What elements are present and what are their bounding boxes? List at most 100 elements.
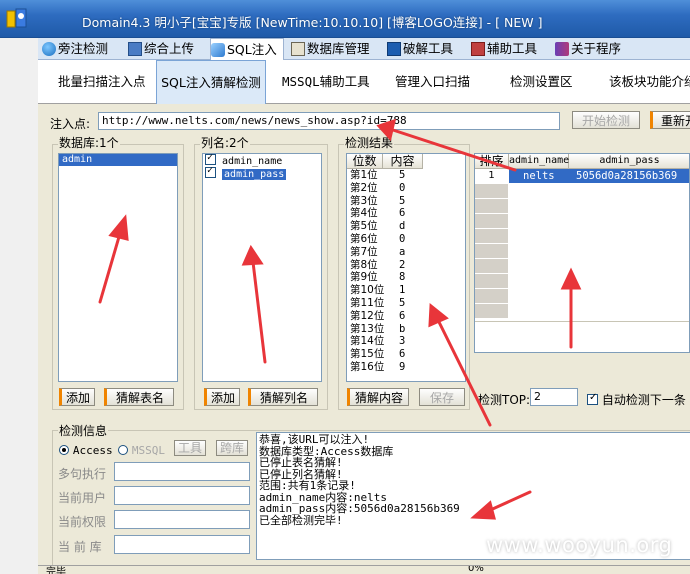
mssql-radio[interactable]: MSSQL — [118, 443, 165, 457]
save-button[interactable]: 保存 — [419, 388, 465, 406]
bit-content-cell: 6 — [399, 348, 406, 361]
empty-row-header — [475, 244, 509, 259]
radio-icon[interactable] — [118, 445, 128, 455]
progress-text: 0% — [468, 565, 484, 574]
tab-helper-tools[interactable]: 辅助工具 — [471, 38, 537, 60]
database-item[interactable]: admin — [59, 154, 177, 166]
column-header[interactable]: 排序 — [475, 154, 509, 169]
column-header[interactable]: admin_name — [509, 154, 569, 169]
subtab-feature-intro[interactable]: 该板块功能介绍 — [609, 60, 690, 104]
bit-content-cell: a — [399, 245, 406, 258]
admin-name-cell: nelts — [523, 170, 555, 182]
app-icon — [6, 8, 27, 28]
empty-row-header — [475, 229, 509, 244]
bit-content-cell: 6 — [399, 207, 406, 220]
checkbox[interactable] — [205, 154, 216, 165]
column-header[interactable]: 位数 — [347, 154, 383, 169]
status-text: 完毕 — [46, 567, 66, 574]
auto-detect-checkbox[interactable]: 自动检测下一条 — [587, 391, 686, 408]
log-line: 已停止表名猜解! — [259, 456, 343, 469]
bit-content-cell: d — [399, 220, 406, 233]
empty-row-header — [475, 289, 509, 304]
bit-position-cell: 第4位 — [350, 207, 378, 220]
empty-row-header — [475, 199, 509, 214]
log-line: admin_pass内容:5056d0a28156b369 — [259, 502, 460, 515]
subtab-mssql-tools[interactable]: MSSQL辅助工具 — [282, 60, 370, 104]
column-item[interactable]: admin_name — [203, 154, 321, 167]
book-icon — [555, 42, 569, 56]
tab-database-manage[interactable]: 数据库管理 — [291, 38, 370, 60]
reset-button[interactable]: 重新开始 — [650, 111, 690, 129]
current-db-field[interactable] — [114, 535, 250, 554]
guess-content-button[interactable]: 猜解内容 — [347, 388, 409, 406]
bit-position-cell: 第12位 — [350, 309, 385, 322]
current-permission-field[interactable] — [114, 510, 250, 529]
main-menu-tabs: 旁注检测 综合上传 SQL注入 数据库管理 破解工具 辅助工具 关于程序 — [38, 38, 690, 60]
field-label: 当前用户 — [58, 491, 107, 505]
bit-content-cell: 0 — [399, 181, 406, 194]
radio-icon[interactable] — [59, 445, 69, 455]
current-user-field[interactable] — [114, 486, 250, 505]
column-header[interactable]: admin_pass — [569, 154, 689, 169]
column-item[interactable]: admin_pass — [203, 165, 321, 180]
tab-sidenote[interactable]: 旁注检测 — [42, 38, 108, 60]
tab-crack-tools[interactable]: 破解工具 — [387, 38, 453, 60]
bit-content-cell: 1 — [399, 284, 406, 297]
bit-content-cell: 5 — [399, 297, 406, 309]
bit-content-cell: 0 — [399, 233, 406, 245]
empty-row-header — [475, 259, 509, 274]
bit-content-cell: 3 — [399, 335, 406, 348]
tab-sql-injection[interactable]: SQL注入 — [210, 38, 284, 60]
bit-position-cell: 第3位 — [350, 194, 378, 207]
field-label: 当前权限 — [58, 515, 107, 529]
subtab-detect-settings[interactable]: 检测设置区 — [510, 60, 573, 104]
detect-result-table[interactable]: 位数 内容 第1位 5 第2位 0 第3位 5 第4位 6 第5位 d 第6位 0 第7位 a 第8位 2 第9… — [346, 153, 466, 382]
add-column-button[interactable]: 添加 — [204, 388, 240, 406]
bit-content-cell: 5 — [399, 194, 406, 207]
database-icon — [291, 42, 305, 56]
cross-db-button[interactable]: 跨库 — [216, 440, 248, 456]
tool-button[interactable]: 工具 — [174, 440, 206, 456]
database-list[interactable]: admin — [58, 153, 178, 382]
guess-table-button[interactable]: 猜解表名 — [104, 388, 174, 406]
bit-position-cell: 第16位 — [350, 361, 385, 373]
tab-about[interactable]: 关于程序 — [555, 38, 621, 60]
subtab-sql-guess[interactable]: SQL注入猜解检测 — [156, 60, 266, 104]
table-divider — [475, 321, 689, 322]
table-row[interactable]: nelts 5056d0a28156b369 — [509, 169, 689, 183]
result-table[interactable]: 排序 admin_name admin_pass 1 nelts 5056d0a… — [474, 153, 690, 353]
subtab-admin-scan[interactable]: 管理入口扫描 — [395, 60, 470, 104]
guess-column-button[interactable]: 猜解列名 — [248, 388, 318, 406]
checkbox[interactable] — [205, 165, 216, 178]
empty-row-header — [475, 304, 509, 319]
log-lines: 恭喜,该URL可以注入! 数据库类型:Access数据库 已停止表名猜解! 已停止列名… — [259, 434, 689, 526]
injection-url-input[interactable]: http://www.nelts.com/news/news_show.asp?… — [98, 112, 560, 130]
access-radio[interactable]: Access — [59, 443, 113, 457]
tool-icon — [471, 42, 485, 56]
bit-content-cell: 9 — [399, 361, 406, 373]
add-table-button[interactable]: 添加 — [59, 388, 95, 406]
start-detect-button[interactable]: 开始检测 — [572, 111, 640, 129]
bit-content-cell: 6 — [399, 309, 406, 322]
bit-position-cell: 第5位 — [350, 220, 378, 233]
bit-content-cell: 2 — [399, 258, 406, 271]
multi-exec-field[interactable] — [114, 462, 250, 481]
status-bar: 完毕 0% — [38, 565, 690, 574]
empty-row-header — [475, 184, 509, 199]
column-header[interactable]: 内容 — [383, 154, 423, 169]
detect-top-input[interactable]: 2 — [530, 388, 578, 406]
bit-position-cell: 第9位 — [350, 271, 378, 284]
detect-top-label: 检测TOP: — [478, 393, 531, 407]
bit-position-cell: 第1位 — [350, 169, 378, 181]
bit-content-cell: 8 — [399, 271, 406, 284]
sub-tab-bar: 批量扫描注入点 SQL注入猜解检测 MSSQL辅助工具 管理入口扫描 检测设置区… — [38, 60, 690, 104]
bit-position-cell: 第13位 — [350, 322, 385, 335]
database-count-label: 数据库:1个 — [58, 134, 120, 151]
tab-upload[interactable]: 综合上传 — [128, 38, 194, 60]
column-list[interactable]: admin_name admin_pass — [202, 153, 322, 382]
row-index: 1 — [475, 169, 509, 184]
checkbox[interactable] — [587, 392, 598, 405]
bit-position-cell: 第14位 — [350, 335, 385, 348]
bit-position-cell: 第6位 — [350, 233, 378, 245]
subtab-batch-scan[interactable]: 批量扫描注入点 — [58, 60, 146, 104]
